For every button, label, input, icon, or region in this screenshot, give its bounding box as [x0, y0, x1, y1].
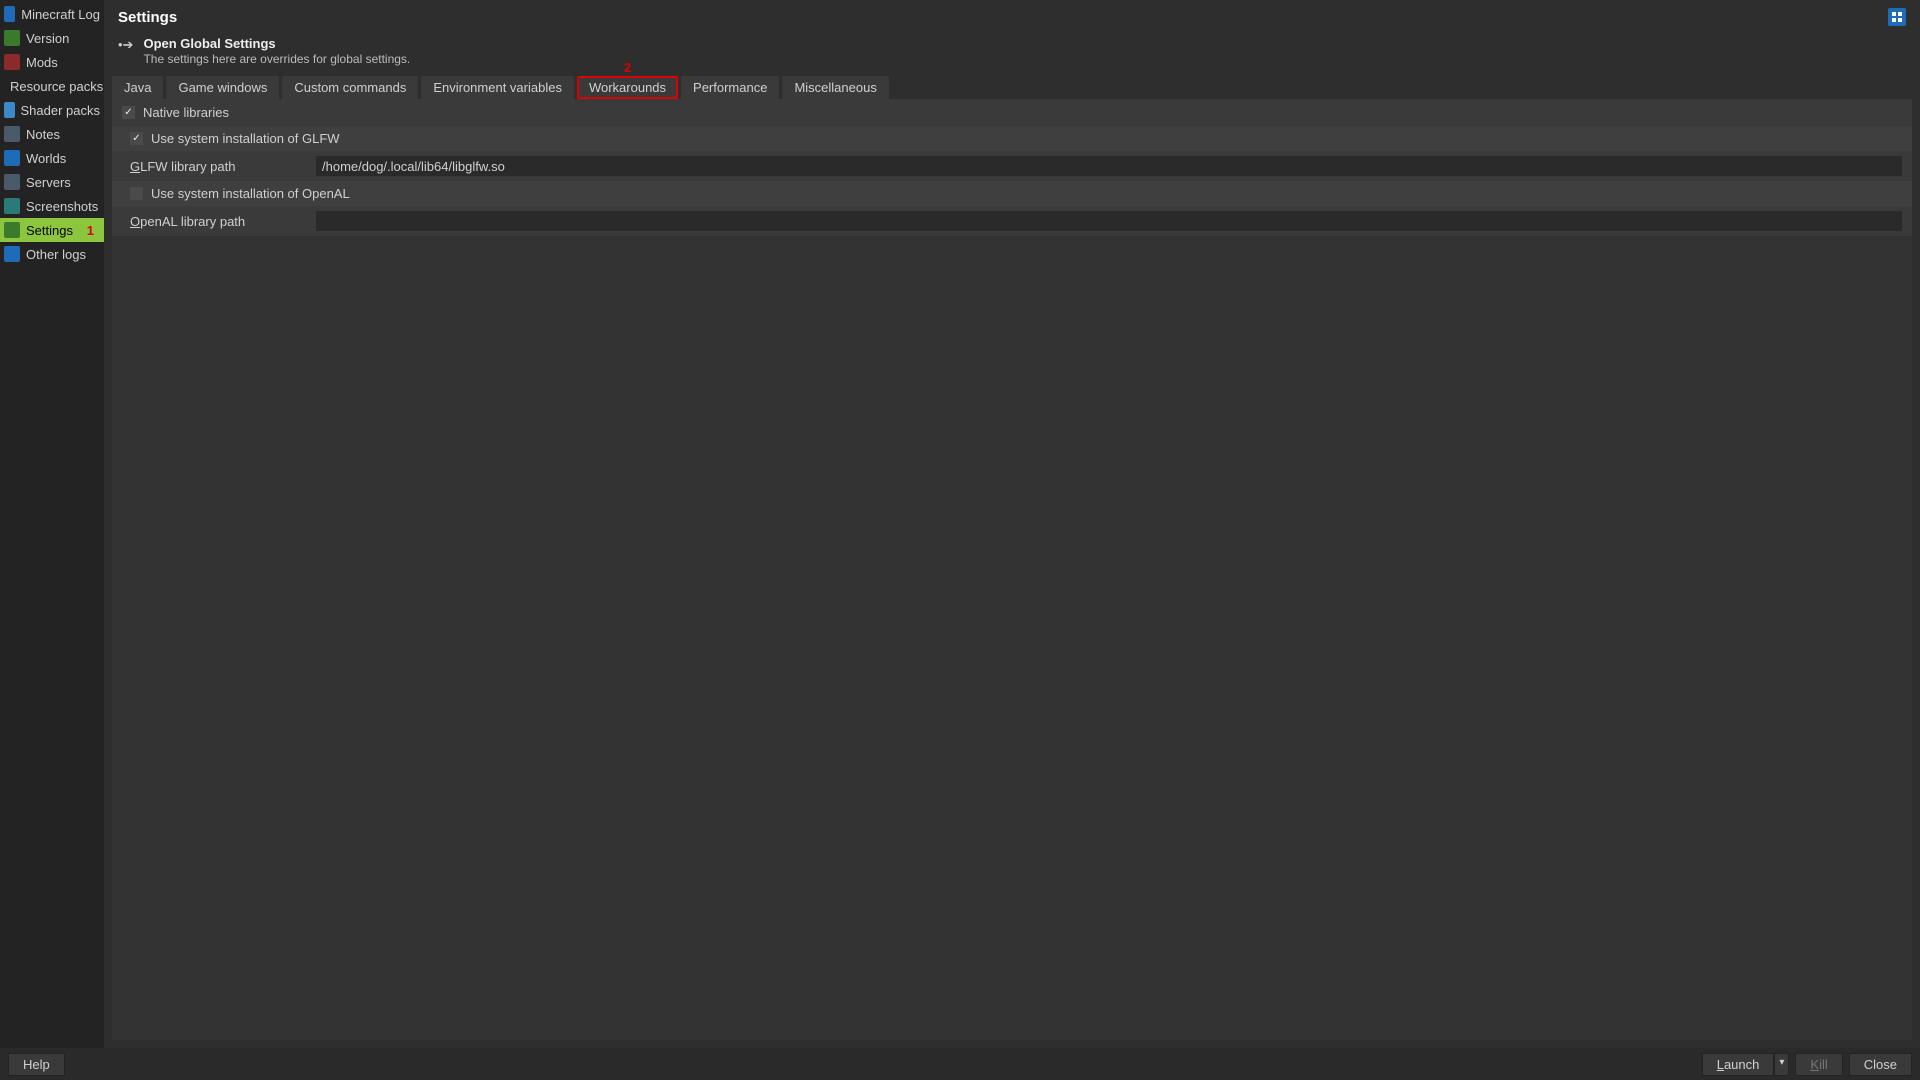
sidebar-item-label: Mods — [26, 55, 58, 70]
row-glfw-path: GLFW library path — [112, 151, 1912, 181]
world-icon — [4, 150, 20, 166]
sidebar-item-minecraft-log[interactable]: Minecraft Log — [0, 2, 104, 26]
row-openal-check[interactable]: Use system installation of OpenAL — [112, 181, 1912, 206]
launch-button[interactable]: Launch ▾ — [1702, 1053, 1790, 1076]
sidebar-item-settings[interactable]: Settings 1 — [0, 218, 104, 242]
arrow-right-icon: •➔ — [118, 36, 133, 53]
global-subtitle: The settings here are overrides for glob… — [143, 52, 410, 66]
sidebar-item-label: Screenshots — [26, 199, 98, 214]
sidebar-item-worlds[interactable]: Worlds — [0, 146, 104, 170]
star-icon — [4, 54, 20, 70]
launch-dropdown-icon[interactable]: ▾ — [1774, 1053, 1789, 1076]
kill-button[interactable]: Kill — [1795, 1053, 1842, 1076]
checkbox-icon[interactable]: ✓ — [130, 132, 143, 145]
sidebar-item-label: Resource packs — [10, 79, 103, 94]
open-global-settings[interactable]: •➔ Open Global Settings The settings her… — [104, 32, 1920, 76]
sidebar-item-notes[interactable]: Notes — [0, 122, 104, 146]
grass-icon — [4, 30, 20, 46]
close-button[interactable]: Close — [1849, 1053, 1912, 1076]
annotation: 1 — [87, 223, 100, 238]
sidebar-item-shader-packs[interactable]: Shader packs — [0, 98, 104, 122]
sidebar-item-label: Shader packs — [21, 103, 101, 118]
sidebar-item-label: Servers — [26, 175, 71, 190]
global-title: Open Global Settings — [143, 36, 275, 51]
sidebar-item-label: Minecraft Log — [21, 7, 100, 22]
row-glfw-check[interactable]: ✓ Use system installation of GLFW — [112, 126, 1912, 151]
tab-game-windows[interactable]: Game windows — [166, 76, 279, 99]
sidebar-item-label: Version — [26, 31, 69, 46]
tab-performance[interactable]: Performance — [681, 76, 779, 99]
help-button[interactable]: Help — [8, 1053, 65, 1076]
sidebar-item-servers[interactable]: Servers — [0, 170, 104, 194]
sidebar-item-screenshots[interactable]: Screenshots — [0, 194, 104, 218]
checkbox-icon[interactable] — [130, 187, 143, 200]
server-icon — [4, 174, 20, 190]
checkbox-icon[interactable]: ✓ — [122, 106, 135, 119]
openal-path-input[interactable] — [316, 211, 1902, 231]
tab-workarounds[interactable]: Workarounds2 — [577, 76, 678, 99]
annotation: 2 — [624, 60, 631, 75]
tabs: JavaGame windowsCustom commandsEnvironme… — [104, 76, 1920, 99]
sidebar-item-label: Other logs — [26, 247, 86, 262]
footer: Help Launch ▾ Kill Close — [0, 1048, 1920, 1080]
sidebar: Minecraft Log Version Mods Resource packs Sh… — [0, 0, 104, 1048]
content: Settings •➔ Open Global Settings The set… — [104, 0, 1920, 1048]
notes-icon — [4, 126, 20, 142]
glfw-path-label: GLFW library path — [130, 159, 308, 174]
sidebar-item-label: Worlds — [26, 151, 66, 166]
screenshot-icon — [4, 198, 20, 214]
sidebar-item-version[interactable]: Version — [0, 26, 104, 50]
openal-path-label: OpenAL library path — [130, 214, 308, 229]
tab-custom-commands[interactable]: Custom commands — [282, 76, 418, 99]
tab-java[interactable]: Java — [112, 76, 163, 99]
image-icon — [4, 102, 15, 118]
sidebar-item-label: Notes — [26, 127, 60, 142]
logs-icon — [4, 246, 20, 262]
detach-icon[interactable] — [1888, 8, 1906, 26]
group-title: Native libraries — [143, 105, 229, 120]
row-openal-path: OpenAL library path — [112, 206, 1912, 236]
page-title: Settings — [118, 9, 177, 26]
settings-body: ✓ Native libraries ✓ Use system installa… — [112, 99, 1912, 1040]
glfw-path-input[interactable] — [316, 156, 1902, 176]
glfw-check-label: Use system installation of GLFW — [151, 131, 340, 146]
sidebar-item-resource-packs[interactable]: Resource packs — [0, 74, 104, 98]
tab-environment-variables[interactable]: Environment variables — [421, 76, 574, 99]
book-icon — [4, 6, 15, 22]
sidebar-item-mods[interactable]: Mods — [0, 50, 104, 74]
sidebar-item-label: Settings — [26, 223, 73, 238]
sidebar-item-other-logs[interactable]: Other logs — [0, 242, 104, 266]
openal-check-label: Use system installation of OpenAL — [151, 186, 350, 201]
settings-icon — [4, 222, 20, 238]
group-native-libraries[interactable]: ✓ Native libraries — [112, 99, 1912, 126]
tab-miscellaneous[interactable]: Miscellaneous — [782, 76, 888, 99]
